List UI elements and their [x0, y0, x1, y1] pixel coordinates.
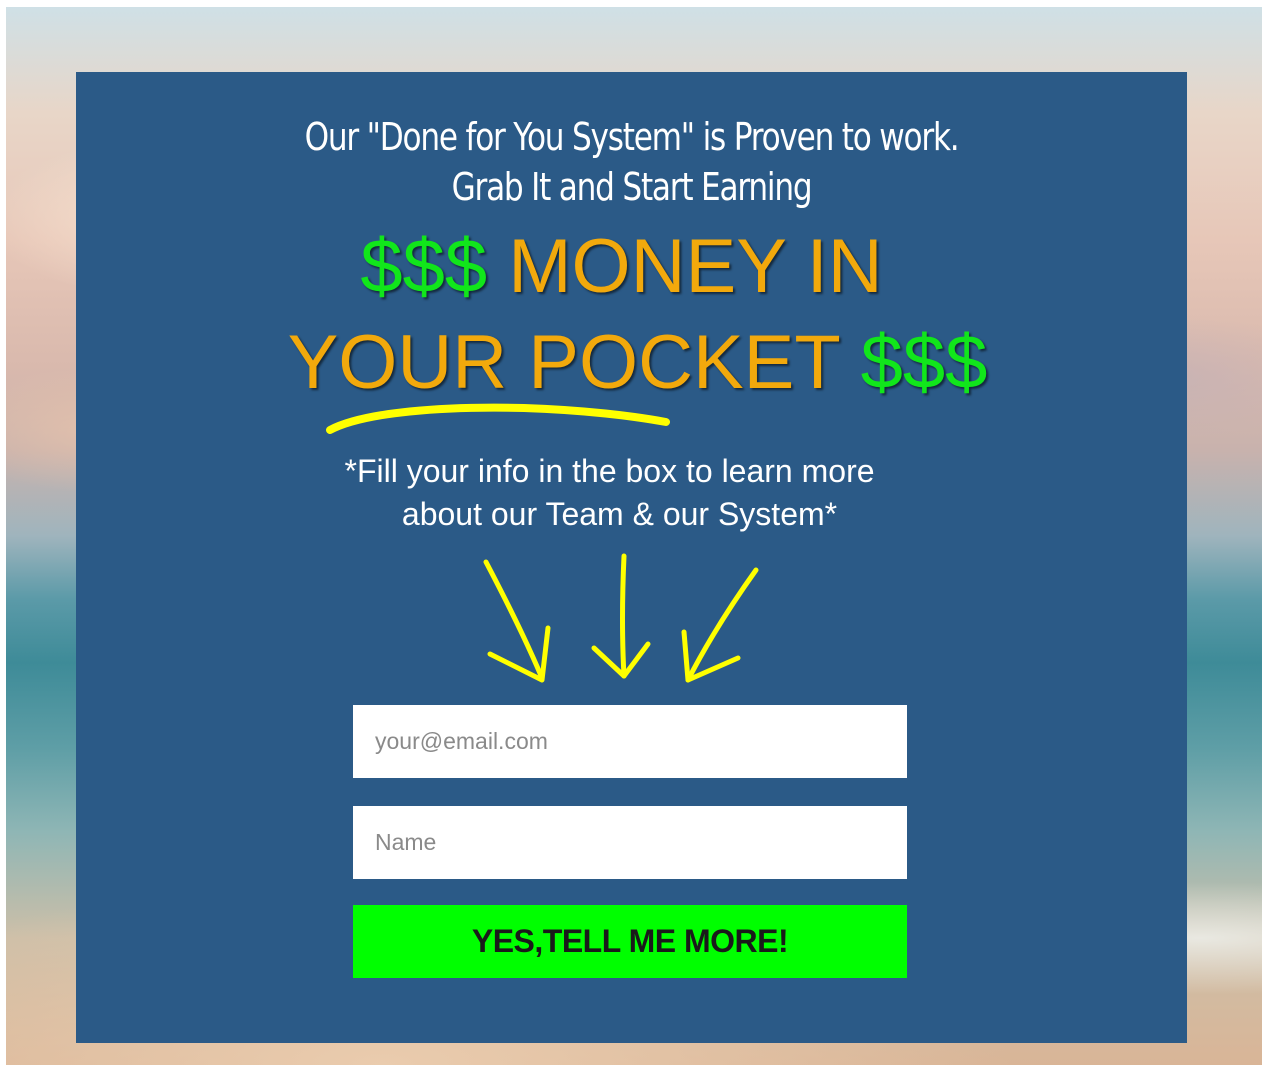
- headline-line-2: Grab It and Start Earning: [451, 165, 813, 209]
- three-down-arrows-icon: [483, 553, 759, 683]
- page-background: Our "Done for You System" is Proven to w…: [6, 7, 1262, 1065]
- info-line-2: about our Team & our System*: [401, 496, 838, 532]
- info-line-1: *Fill your info in the box to learn more: [344, 453, 875, 489]
- hero-dollars-right: $$$: [860, 320, 988, 405]
- name-field[interactable]: [353, 806, 907, 879]
- email-field[interactable]: [353, 705, 907, 778]
- hero-line-1: $$$ MONEY IN: [66, 222, 1177, 312]
- headline-line-1: Our "Done for You System" is Proven to w…: [304, 115, 960, 159]
- submit-button[interactable]: YES,TELL ME MORE!: [353, 905, 907, 978]
- signup-panel: Our "Done for You System" is Proven to w…: [76, 72, 1187, 1043]
- yellow-swoosh-underline-icon: [326, 403, 670, 434]
- hero-money-in: MONEY IN: [508, 224, 883, 309]
- hero-dollars-left: $$$: [360, 224, 488, 309]
